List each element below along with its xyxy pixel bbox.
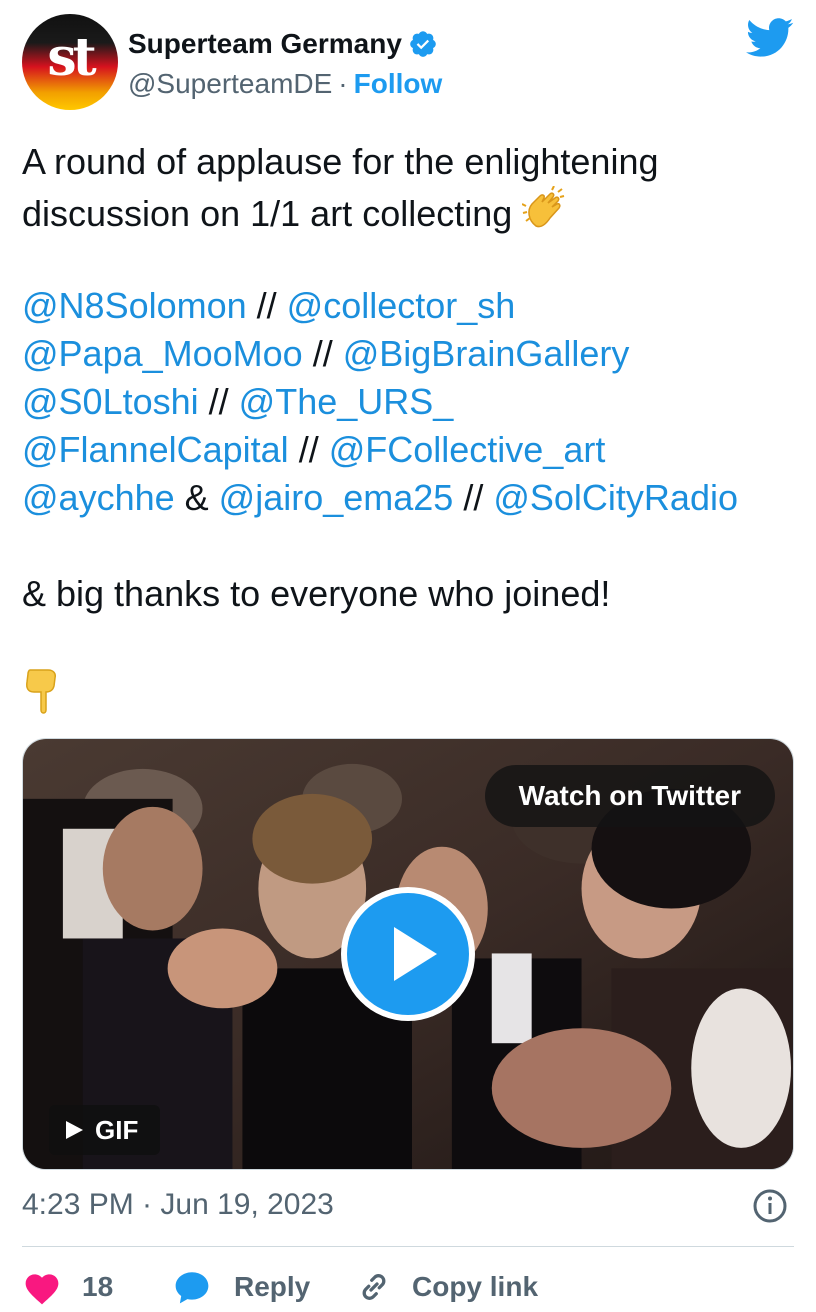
handle-row: @SuperteamDE · Follow [128, 68, 442, 100]
tweet-text-segment: A round of applause for the enlightening [22, 141, 659, 182]
handle[interactable]: @SuperteamDE [128, 68, 332, 100]
like-button[interactable]: 18 [22, 1262, 113, 1312]
tweet-line: & big thanks to everyone who joined! [22, 570, 802, 618]
mention-link[interactable]: @BigBrainGallery [343, 333, 630, 374]
play-triangle-icon [394, 927, 437, 981]
tweet-header: st Superteam Germany @SuperteamDE · Foll… [22, 14, 798, 114]
separator: · [338, 68, 348, 99]
play-button[interactable] [341, 887, 475, 1021]
twitter-bird-icon[interactable] [746, 18, 794, 58]
tweet-line: @FlannelCapital // @FCollective_art [22, 426, 802, 474]
tweet-line: @S0Ltoshi // @The_URS_ [22, 378, 802, 426]
tweet-text-segment: // [198, 381, 239, 422]
play-small-icon [66, 1121, 83, 1139]
reply-label: Reply [234, 1271, 311, 1302]
mention-link[interactable]: @jairo_ema25 [219, 477, 454, 518]
tweet-text-segment: // [302, 333, 343, 374]
avatar-logo-text: st [47, 27, 96, 88]
tweet-line: @aychhe & @jairo_ema25 // @SolCityRadio [22, 474, 802, 522]
tweet-line: discussion on 1/1 art collecting [22, 185, 802, 234]
follow-button[interactable]: Follow [354, 68, 443, 100]
tweet-line [22, 666, 802, 714]
tweet-text-segment: discussion on 1/1 art collecting [22, 193, 523, 234]
mention-link[interactable]: @FCollective_art [329, 429, 606, 470]
avatar[interactable]: st [22, 14, 118, 110]
reply-button[interactable]: Reply [172, 1262, 310, 1312]
gif-media[interactable]: Watch on Twitter GIF [22, 738, 794, 1170]
timestamp-row: 4:23 PM · Jun 19, 2023 [22, 1184, 794, 1228]
tweet-text-segment: & big thanks to everyone who joined! [22, 573, 611, 614]
mention-link[interactable]: @FlannelCapital [22, 429, 289, 470]
display-name[interactable]: Superteam Germany [128, 28, 402, 60]
watch-on-twitter-button[interactable]: Watch on Twitter [484, 765, 775, 827]
verified-badge-icon [410, 31, 436, 57]
tweet-text-segment: & [174, 477, 219, 518]
gif-badge: GIF [49, 1105, 161, 1155]
tweet-text-segment: // [246, 285, 287, 326]
divider [22, 1246, 794, 1247]
tweet-line: @N8Solomon // @collector_sh [22, 282, 802, 330]
play-icon [347, 893, 469, 1015]
mention-link[interactable]: @SolCityRadio [493, 477, 738, 518]
heart-icon [25, 1274, 59, 1305]
tweet-text-segment: // [288, 429, 329, 470]
link-icon [362, 1274, 386, 1300]
timestamp[interactable]: 4:23 PM · Jun 19, 2023 [22, 1188, 334, 1222]
mention-link[interactable]: @N8Solomon [22, 285, 247, 326]
reply-bubble-icon [175, 1272, 209, 1304]
mention-link[interactable]: @collector_sh [287, 285, 516, 326]
tweet-line: @Papa_MooMoo // @BigBrainGallery [22, 330, 802, 378]
tweet-text: A round of applause for the enlightening… [22, 138, 802, 714]
info-icon[interactable] [752, 1188, 788, 1224]
mention-link[interactable]: @aychhe [22, 477, 175, 518]
copy-link-button[interactable]: Copy link [356, 1262, 538, 1312]
copy-link-label: Copy link [412, 1271, 539, 1302]
like-count: 18 [82, 1271, 114, 1302]
name-row: Superteam Germany [128, 26, 438, 62]
tweet-line: A round of applause for the enlightening [22, 138, 802, 186]
mention-link[interactable]: @The_URS_ [239, 381, 454, 422]
tweet-text-segment: // [453, 477, 494, 518]
mention-link[interactable]: @S0Ltoshi [22, 381, 199, 422]
action-bar: 18 Reply Copy link [22, 1262, 794, 1312]
clapping-hands-icon [521, 185, 568, 244]
gif-label: GIF [95, 1114, 139, 1145]
mention-link[interactable]: @Papa_MooMoo [22, 333, 303, 374]
pointing-down-icon [22, 666, 62, 728]
